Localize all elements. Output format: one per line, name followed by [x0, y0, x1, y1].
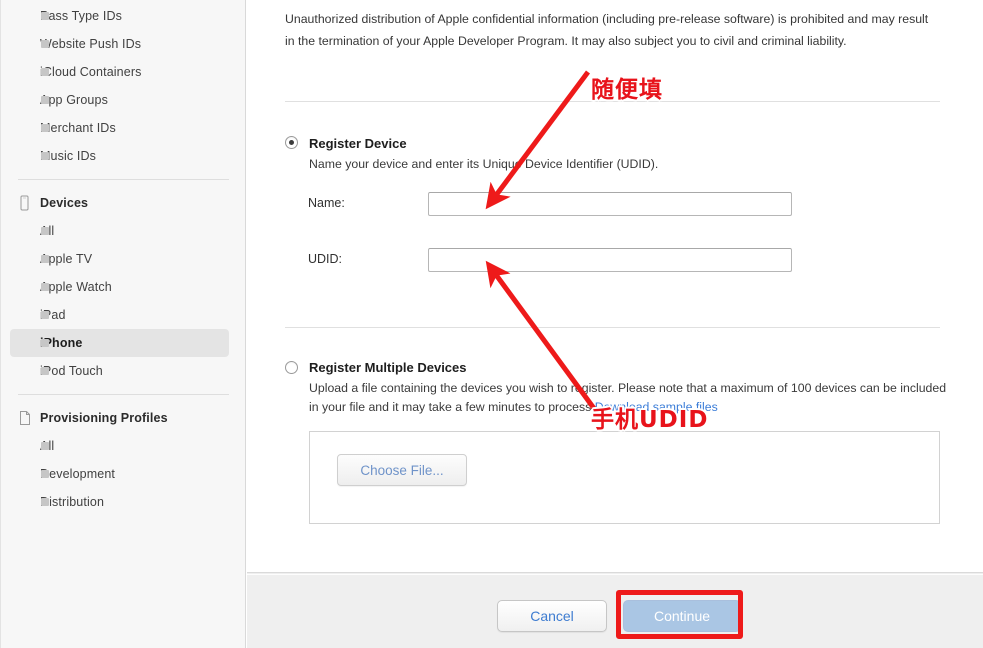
device-registration-page: Pass Type IDs Website Push IDs iCloud Co…: [0, 0, 983, 648]
sidebar-item-iphone[interactable]: iPhone: [10, 329, 229, 357]
sidebar-group-label: Provisioning Profiles: [40, 411, 168, 425]
bullet-icon: [41, 68, 49, 76]
register-multiple-radio[interactable]: [285, 361, 298, 374]
footer-bar: Cancel Continue: [247, 572, 983, 648]
register-device-radio[interactable]: [285, 136, 298, 149]
sidebar-item-apple-tv[interactable]: Apple TV: [10, 245, 229, 273]
bullet-icon: [41, 255, 49, 263]
sidebar-item-label: Development: [40, 467, 116, 481]
sidebar-item-merchant-ids[interactable]: Merchant IDs: [10, 114, 229, 142]
sidebar-item-app-groups[interactable]: App Groups: [10, 86, 229, 114]
bullet-icon: [41, 124, 49, 132]
bullet-icon: [41, 339, 49, 347]
cancel-button[interactable]: Cancel: [497, 600, 607, 632]
sidebar-divider: [18, 394, 229, 395]
choose-file-button[interactable]: Choose File...: [337, 454, 467, 486]
register-device-description: Name your device and enter its Unique De…: [309, 157, 659, 171]
bullet-icon: [41, 40, 49, 48]
sidebar-item-label: Distribution: [40, 495, 105, 509]
register-device-title: Register Device: [309, 136, 407, 151]
bullet-icon: [41, 96, 49, 104]
bullet-icon: [41, 311, 49, 319]
udid-label: UDID:: [308, 252, 343, 266]
continue-button[interactable]: Continue: [623, 600, 741, 632]
sidebar-item-label: Apple Watch: [40, 280, 112, 294]
sidebar-item-apple-watch[interactable]: Apple Watch: [10, 273, 229, 301]
download-sample-files-link[interactable]: Download sample files: [595, 400, 718, 414]
sidebar-group-provisioning-profiles[interactable]: Provisioning Profiles: [10, 404, 229, 432]
sidebar-item-website-push-ids[interactable]: Website Push IDs: [10, 30, 229, 58]
udid-input[interactable]: [428, 248, 792, 272]
bullet-icon: [41, 227, 49, 235]
name-input[interactable]: [428, 192, 792, 216]
section-divider-top: [285, 101, 940, 102]
file-dropzone[interactable]: Choose File...: [309, 431, 940, 524]
disclaimer-text: Unauthorized distribution of Apple confi…: [285, 12, 929, 48]
sidebar-item-label: iCloud Containers: [40, 65, 142, 79]
sidebar-item-ipad[interactable]: iPad: [10, 301, 229, 329]
sidebar-item-all-devices[interactable]: All: [10, 217, 229, 245]
sidebar: Pass Type IDs Website Push IDs iCloud Co…: [0, 0, 246, 648]
bullet-icon: [41, 498, 49, 506]
register-multiple-description: Upload a file containing the devices you…: [309, 379, 959, 417]
bullet-icon: [41, 12, 49, 20]
document-icon: [20, 411, 30, 425]
sidebar-group-label: Devices: [40, 196, 89, 210]
bullet-icon: [41, 442, 49, 450]
sidebar-item-label: Website Push IDs: [40, 37, 142, 51]
name-label: Name:: [308, 196, 345, 210]
sidebar-item-all-profiles[interactable]: All: [10, 432, 229, 460]
sidebar-item-pass-type-ids[interactable]: Pass Type IDs: [10, 2, 229, 30]
sidebar-item-label: App Groups: [40, 93, 108, 107]
sidebar-item-label: Pass Type IDs: [40, 9, 122, 23]
section-divider-middle: [285, 327, 940, 328]
main-content: Unauthorized distribution of Apple confi…: [247, 0, 983, 572]
sidebar-item-music-ids[interactable]: Music IDs: [10, 142, 229, 170]
sidebar-item-label: iPod Touch: [40, 364, 103, 378]
sidebar-group-devices[interactable]: Devices: [10, 189, 229, 217]
register-multiple-title: Register Multiple Devices: [309, 360, 467, 375]
device-icon: [20, 195, 29, 211]
sidebar-item-distribution[interactable]: Distribution: [10, 488, 229, 516]
bullet-icon: [41, 470, 49, 478]
bullet-icon: [41, 283, 49, 291]
sidebar-item-ipod-touch[interactable]: iPod Touch: [10, 357, 229, 385]
bullet-icon: [41, 367, 49, 375]
bullet-icon: [41, 152, 49, 160]
sidebar-item-development[interactable]: Development: [10, 460, 229, 488]
sidebar-item-icloud-containers[interactable]: iCloud Containers: [10, 58, 229, 86]
sidebar-item-label: Merchant IDs: [40, 121, 116, 135]
sidebar-divider: [18, 179, 229, 180]
